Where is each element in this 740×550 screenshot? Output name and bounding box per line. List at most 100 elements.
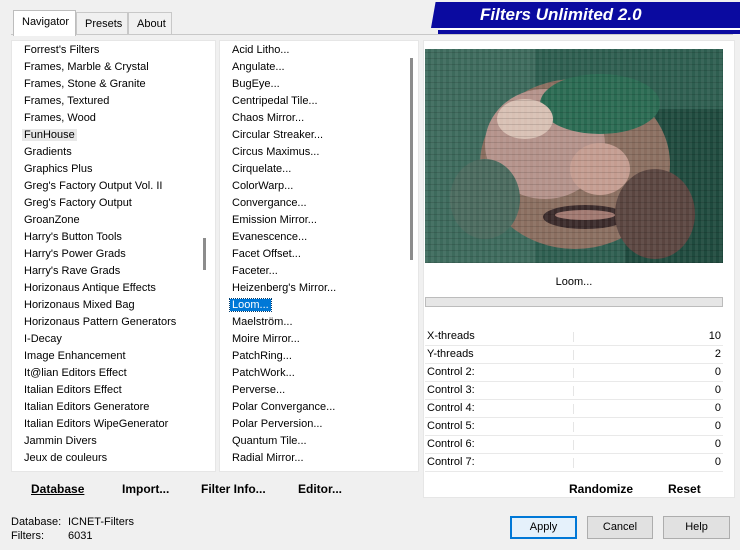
category-item[interactable]: Italian Editors Generatore: [22, 399, 151, 416]
banner-underline: [438, 30, 740, 34]
param-value[interactable]: 0: [715, 366, 721, 378]
category-item[interactable]: Horizonaus Pattern Generators: [22, 314, 178, 331]
filter-item[interactable]: Emission Mirror...: [230, 212, 319, 229]
param-row[interactable]: Control 6: 0: [425, 436, 723, 454]
param-label: Control 5:: [427, 420, 475, 432]
category-item[interactable]: Harry's Power Grads: [22, 246, 128, 263]
category-item[interactable]: Jeux de couleurs: [22, 450, 109, 467]
param-label: Y-threads: [427, 348, 474, 360]
tab-navigator[interactable]: Navigator: [13, 10, 76, 36]
filter-item[interactable]: Evanescence...: [230, 229, 309, 246]
category-item[interactable]: FunHouse: [22, 127, 77, 144]
category-item[interactable]: Gradients: [22, 144, 74, 161]
help-button[interactable]: Help: [663, 516, 730, 539]
param-value[interactable]: 2: [715, 348, 721, 360]
editor-button[interactable]: Editor...: [298, 480, 342, 498]
filter-item[interactable]: Angulate...: [230, 59, 287, 76]
current-filter-name: Loom...: [555, 276, 593, 288]
filter-scrollbar[interactable]: [410, 58, 413, 260]
filter-item[interactable]: Heizenberg's Mirror...: [230, 280, 338, 297]
param-value[interactable]: 10: [709, 330, 721, 342]
filter-item[interactable]: Maelström...: [230, 314, 295, 331]
param-value[interactable]: 0: [715, 384, 721, 396]
filter-item[interactable]: Circus Maximus...: [230, 144, 321, 161]
category-item[interactable]: Harry's Rave Grads: [22, 263, 122, 280]
category-item[interactable]: It@lian Editors Effect: [22, 365, 129, 382]
category-item[interactable]: GroanZone: [22, 212, 82, 229]
filter-item[interactable]: Centripedal Tile...: [230, 93, 320, 110]
filter-item[interactable]: Cirquelate...: [230, 161, 293, 178]
filter-item[interactable]: Perverse...: [230, 382, 287, 399]
database-value: ICNET-Filters: [68, 516, 134, 528]
category-item[interactable]: Greg's Factory Output Vol. II: [22, 178, 164, 195]
category-list[interactable]: Forrest's Filters Frames, Marble & Crysta…: [11, 40, 216, 472]
tab-presets[interactable]: Presets: [76, 12, 128, 34]
category-item[interactable]: Graphics Plus: [22, 161, 94, 178]
category-scrollbar[interactable]: [203, 238, 206, 270]
database-label: Database:: [11, 516, 62, 528]
param-slider-mark: [573, 440, 574, 450]
category-item[interactable]: Image Enhancement: [22, 348, 128, 365]
database-button[interactable]: Database: [31, 480, 84, 498]
preview-image: [425, 49, 723, 263]
reset-button[interactable]: Reset: [668, 480, 701, 498]
param-label: Control 3:: [427, 384, 475, 396]
category-item[interactable]: Italian Editors Effect: [22, 382, 124, 399]
param-value[interactable]: 0: [715, 402, 721, 414]
filters-count-value: 6031: [68, 530, 93, 542]
param-value[interactable]: 0: [715, 420, 721, 432]
category-item[interactable]: Frames, Marble & Crystal: [22, 59, 151, 76]
param-slider-mark: [573, 422, 574, 432]
param-label: Control 2:: [427, 366, 475, 378]
param-row[interactable]: Control 5: 0: [425, 418, 723, 436]
param-row[interactable]: Control 3: 0: [425, 382, 723, 400]
category-item[interactable]: Frames, Stone & Granite: [22, 76, 148, 93]
filter-item[interactable]: Polar Perversion...: [230, 416, 324, 433]
filter-item[interactable]: Faceter...: [230, 263, 280, 280]
cancel-button[interactable]: Cancel: [587, 516, 653, 539]
filter-item[interactable]: Chaos Mirror...: [230, 110, 306, 127]
filter-item[interactable]: Radial Mirror...: [230, 450, 306, 467]
filter-item[interactable]: Acid Litho...: [230, 42, 291, 59]
filter-item[interactable]: Moire Mirror...: [230, 331, 302, 348]
param-row[interactable]: Control 4: 0: [425, 400, 723, 418]
filter-item[interactable]: PatchWork...: [230, 365, 297, 382]
filter-item[interactable]: Circular Streaker...: [230, 127, 325, 144]
filter-item[interactable]: ColorWarp...: [230, 178, 295, 195]
param-row[interactable]: X-threads 10: [425, 328, 723, 346]
param-row[interactable]: Y-threads 2: [425, 346, 723, 364]
filter-item[interactable]: Loom...: [229, 297, 272, 314]
param-label: Control 7:: [427, 456, 475, 468]
filter-item[interactable]: BugEye...: [230, 76, 282, 93]
category-item[interactable]: I-Decay: [22, 331, 64, 348]
param-slider-mark: [573, 386, 574, 396]
category-item[interactable]: Horizonaus Antique Effects: [22, 280, 158, 297]
category-item[interactable]: Italian Editors WipeGenerator: [22, 416, 170, 433]
filter-item[interactable]: Quantum Tile...: [230, 433, 309, 450]
filter-item[interactable]: PatchRing...: [230, 348, 294, 365]
progress-bar: [425, 297, 723, 307]
param-slider-mark: [573, 332, 574, 342]
category-item[interactable]: Harry's Button Tools: [22, 229, 124, 246]
filter-list[interactable]: Acid Litho... Angulate... BugEye... Centrip…: [219, 40, 419, 472]
category-item[interactable]: Horizonaus Mixed Bag: [22, 297, 137, 314]
filter-info-button[interactable]: Filter Info...: [201, 480, 266, 498]
category-item[interactable]: Frames, Wood: [22, 110, 98, 127]
tab-divider: [11, 34, 733, 35]
randomize-button[interactable]: Randomize: [569, 480, 633, 498]
category-item[interactable]: Greg's Factory Output: [22, 195, 134, 212]
import-button[interactable]: Import...: [122, 480, 169, 498]
filter-item[interactable]: Convergance...: [230, 195, 309, 212]
param-row[interactable]: Control 2: 0: [425, 364, 723, 382]
param-value[interactable]: 0: [715, 456, 721, 468]
category-item[interactable]: Frames, Textured: [22, 93, 111, 110]
filter-item[interactable]: Facet Offset...: [230, 246, 303, 263]
param-row[interactable]: Control 7: 0: [425, 454, 723, 472]
category-item[interactable]: Jammin Divers: [22, 433, 99, 450]
param-slider-mark: [573, 350, 574, 360]
param-value[interactable]: 0: [715, 438, 721, 450]
tab-about[interactable]: About: [128, 12, 172, 34]
filter-item[interactable]: Polar Convergance...: [230, 399, 337, 416]
category-item[interactable]: Forrest's Filters: [22, 42, 101, 59]
apply-button[interactable]: Apply: [510, 516, 577, 539]
